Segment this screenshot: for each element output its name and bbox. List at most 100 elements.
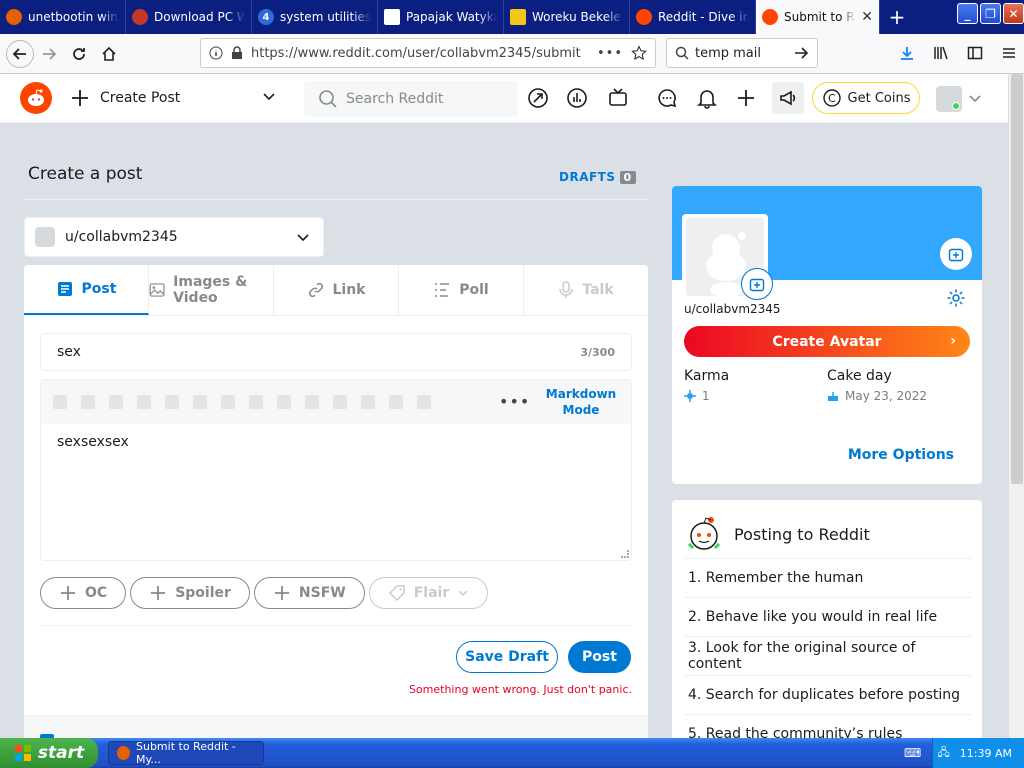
resize-handle-icon[interactable] bbox=[621, 550, 629, 558]
taskbar-window-button[interactable]: Submit to Reddit - My... bbox=[108, 740, 264, 766]
browser-tab[interactable]: Woreku Bekele - I bbox=[504, 0, 630, 34]
tab-post[interactable]: Post bbox=[24, 265, 149, 315]
url-bar[interactable]: https://www.reddit.com/user/collabvm2345… bbox=[200, 38, 656, 68]
create-post-plus-icon[interactable] bbox=[735, 87, 757, 109]
svg-text:C: C bbox=[828, 92, 836, 105]
coin-icon: C bbox=[822, 89, 841, 107]
image-icon[interactable] bbox=[417, 395, 431, 409]
tab-link[interactable]: Link bbox=[274, 265, 399, 315]
post-body-text: sexsexsex bbox=[57, 434, 129, 450]
reddit-logo-icon[interactable] bbox=[20, 82, 52, 114]
community-selector[interactable]: u/collabvm2345 bbox=[24, 217, 324, 257]
minimize-button[interactable]: _ bbox=[957, 3, 978, 24]
italic-icon[interactable] bbox=[81, 395, 95, 409]
drafts-button[interactable]: DRAFTS 0 bbox=[559, 170, 636, 184]
reload-button[interactable] bbox=[64, 39, 94, 69]
page-scrollbar[interactable] bbox=[1008, 74, 1024, 738]
browser-tab[interactable]: Reddit - Dive into bbox=[630, 0, 756, 34]
chevron-right-icon: › bbox=[950, 333, 956, 349]
tab-poll[interactable]: Poll bbox=[399, 265, 524, 315]
more-options-icon[interactable]: ••• bbox=[499, 392, 530, 411]
go-arrow-icon[interactable] bbox=[793, 45, 809, 61]
link-icon[interactable] bbox=[109, 395, 123, 409]
sidebar-icon bbox=[967, 46, 983, 60]
markdown-mode-button[interactable]: Markdown Mode bbox=[541, 386, 621, 418]
numbered-list-icon[interactable] bbox=[305, 395, 319, 409]
browser-tab[interactable]: Download PC Wizard bbox=[126, 0, 252, 34]
create-post-dropdown[interactable]: Create Post bbox=[70, 88, 180, 108]
superscript-icon[interactable] bbox=[193, 395, 207, 409]
add-banner-icon[interactable] bbox=[940, 238, 972, 270]
chat-icon[interactable] bbox=[656, 87, 678, 109]
quote-icon[interactable] bbox=[333, 395, 347, 409]
start-button[interactable]: start bbox=[0, 738, 98, 768]
create-post-label: Create Post bbox=[100, 90, 181, 106]
save-draft-button[interactable]: Save Draft bbox=[456, 641, 558, 673]
add-avatar-icon[interactable] bbox=[741, 268, 773, 300]
chevron-down-icon[interactable] bbox=[968, 91, 982, 105]
home-button[interactable] bbox=[94, 39, 124, 69]
sidebar-button[interactable] bbox=[960, 38, 990, 68]
bulleted-list-icon[interactable] bbox=[277, 395, 291, 409]
tab-favicon-icon bbox=[762, 9, 778, 25]
back-button[interactable] bbox=[6, 39, 34, 68]
page-actions-icon[interactable]: ••• bbox=[597, 46, 623, 61]
keyboard-icon[interactable]: ⌨ bbox=[904, 746, 921, 760]
advertise-megaphone-icon[interactable] bbox=[772, 82, 804, 114]
create-avatar-button[interactable]: Create Avatar › bbox=[684, 326, 970, 357]
bookmark-star-icon[interactable] bbox=[631, 45, 647, 61]
forward-button[interactable] bbox=[34, 39, 64, 69]
table-icon[interactable] bbox=[389, 395, 403, 409]
maximize-button[interactable]: ❐ bbox=[980, 3, 1001, 24]
post-title-input[interactable]: sex 3/300 bbox=[40, 333, 632, 371]
flair-button[interactable]: Flair bbox=[368, 577, 489, 609]
notification-bell-icon[interactable] bbox=[696, 87, 718, 109]
network-icon[interactable]: 🖧 bbox=[938, 744, 950, 763]
oc-tag-button[interactable]: OC bbox=[40, 577, 127, 609]
nsfw-tag-button[interactable]: NSFW bbox=[253, 577, 365, 609]
post-submit-button[interactable]: Post bbox=[568, 641, 631, 673]
search-query: temp mail bbox=[695, 45, 761, 61]
tab-talk[interactable]: Talk bbox=[524, 265, 648, 315]
spoiler-icon[interactable] bbox=[221, 395, 235, 409]
user-avatar-button[interactable] bbox=[936, 86, 962, 112]
downloads-button[interactable] bbox=[892, 38, 922, 68]
strikethrough-icon[interactable] bbox=[137, 395, 151, 409]
video-icon[interactable] bbox=[607, 87, 629, 109]
post-body-editor[interactable]: ••• Markdown Mode sexsexsex bbox=[40, 379, 632, 561]
inline-code-icon[interactable] bbox=[165, 395, 179, 409]
divider bbox=[40, 625, 632, 626]
create-avatar-label: Create Avatar bbox=[772, 333, 882, 350]
gear-icon[interactable] bbox=[946, 288, 966, 308]
browser-search-bar[interactable]: temp mail bbox=[666, 38, 818, 68]
tab-images-video[interactable]: Images & Video bbox=[149, 265, 274, 315]
post-tags: OC Spoiler NSFW Flair bbox=[40, 577, 489, 609]
new-tab-button[interactable]: + bbox=[880, 0, 914, 34]
post-title-value: sex bbox=[57, 344, 81, 360]
browser-tab[interactable]: Papajak Watykan bbox=[378, 0, 504, 34]
library-button[interactable] bbox=[926, 38, 956, 68]
all-icon[interactable] bbox=[566, 87, 588, 109]
clock[interactable]: 11:39 AM bbox=[960, 747, 1012, 760]
chevron-down-icon[interactable] bbox=[262, 89, 276, 103]
browser-tab[interactable]: unetbootin winxp bbox=[0, 0, 126, 34]
get-coins-button[interactable]: C Get Coins bbox=[812, 82, 920, 114]
bold-icon[interactable] bbox=[53, 395, 67, 409]
tag-label: Flair bbox=[413, 585, 450, 601]
cake-day-date: May 23, 2022 bbox=[845, 389, 928, 403]
tag-label: NSFW bbox=[298, 585, 346, 601]
scrollbar-thumb[interactable] bbox=[1011, 74, 1023, 484]
browser-tab[interactable]: 4 system utilities, a bbox=[252, 0, 378, 34]
karma-icon bbox=[684, 390, 696, 402]
popular-icon[interactable] bbox=[527, 87, 549, 109]
more-options-button[interactable]: More Options bbox=[848, 447, 954, 463]
menu-button[interactable] bbox=[994, 38, 1024, 68]
browser-tab-active[interactable]: Submit to Reddit ✕ bbox=[756, 0, 880, 34]
close-window-button[interactable]: ✕ bbox=[1003, 3, 1024, 24]
heading-icon[interactable] bbox=[249, 395, 263, 409]
reddit-search-input[interactable]: Search Reddit bbox=[304, 81, 518, 117]
spoiler-tag-button[interactable]: Spoiler bbox=[130, 577, 250, 609]
tab-close-icon[interactable]: ✕ bbox=[861, 9, 873, 25]
code-block-icon[interactable] bbox=[361, 395, 375, 409]
drafts-count-badge: 0 bbox=[619, 170, 636, 184]
